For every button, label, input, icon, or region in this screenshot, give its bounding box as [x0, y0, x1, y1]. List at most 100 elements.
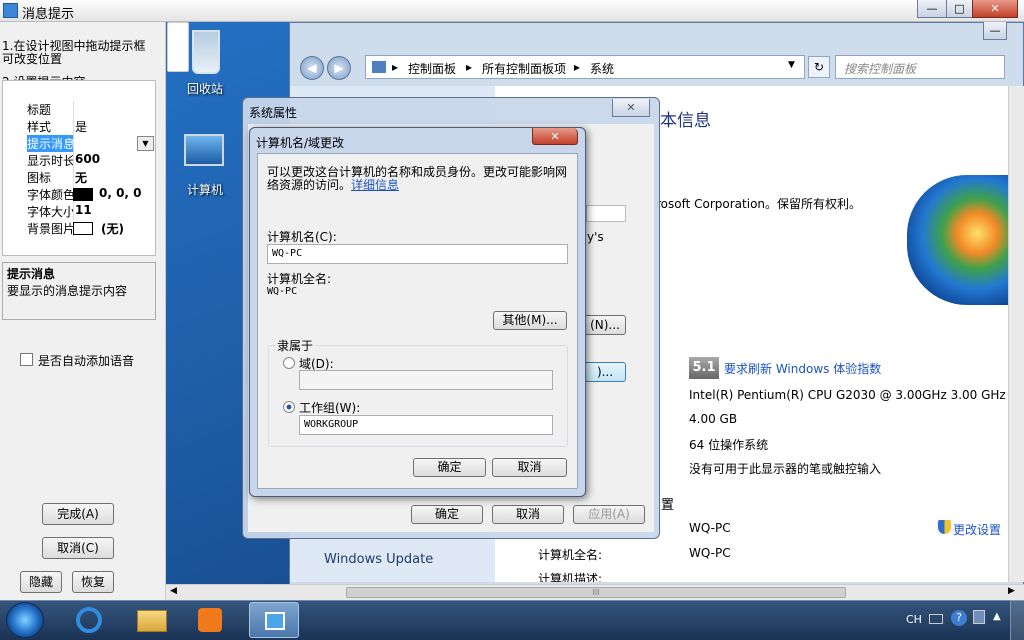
scroll-left-icon[interactable]: ◀: [170, 586, 177, 596]
prop-row-bg-image[interactable]: 背景图片 (无): [3, 220, 155, 237]
prop-key: 图标: [27, 171, 52, 185]
instruction-2: 可改变位置: [2, 52, 63, 66]
score-link[interactable]: 要求刷新 Windows 体验指数: [724, 360, 881, 377]
forward-icon[interactable]: ▶: [327, 56, 351, 80]
sysprops-ok-button[interactable]: 确定: [411, 505, 483, 524]
keyboard-icon[interactable]: [929, 614, 943, 624]
prop-key: 背景图片: [27, 222, 73, 236]
folder-icon[interactable]: [127, 602, 177, 638]
refresh-icon[interactable]: ↻: [808, 56, 830, 78]
prop-key: 样式: [27, 120, 52, 134]
cancel-button[interactable]: 取消(C): [42, 537, 114, 559]
prop-key: 字体大小: [27, 205, 73, 219]
sysprops-network-id-button[interactable]: )...: [584, 362, 626, 382]
chevron-down-icon[interactable]: ▼: [788, 60, 795, 70]
property-grid[interactable]: 标题 样式 是 提示消息 ▼ 显示时长 600 图标 无 字体颜色 0, 0, 0 字…: [2, 80, 156, 256]
computer-name-input[interactable]: WQ-PC: [267, 244, 568, 264]
prop-value[interactable]: 是: [75, 118, 87, 135]
scroll-right-icon[interactable]: ▶: [1008, 586, 1015, 596]
details-link[interactable]: 详细信息: [351, 178, 399, 192]
computer-label[interactable]: 计算机: [170, 181, 240, 198]
prop-row-duration[interactable]: 显示时长 600: [3, 152, 155, 169]
sysprops-desc-input[interactable]: [586, 205, 626, 222]
shield-icon: [938, 520, 951, 534]
address-bar[interactable]: ▸ 控制面板 ▸ 所有控制面板项 ▸ 系统 ▼: [365, 55, 805, 79]
prop-row-style[interactable]: 样式 是: [3, 118, 155, 135]
sysprops-apply-button[interactable]: 应用(A): [573, 505, 645, 524]
dropdown-arrow-icon[interactable]: ▼: [137, 136, 154, 151]
computer-name-value: WQ-PC: [689, 521, 731, 535]
language-indicator[interactable]: CH: [906, 613, 922, 626]
help-icon[interactable]: ?: [951, 610, 967, 626]
breadcrumb-item[interactable]: 所有控制面板项: [482, 60, 566, 77]
breadcrumb-item[interactable]: 控制面板: [408, 60, 456, 77]
active-app-icon[interactable]: [249, 602, 299, 638]
computer-name-label: 计算机名(C):: [267, 230, 337, 244]
sysprops-change-button[interactable]: (N)...: [584, 315, 626, 335]
prop-row-icon[interactable]: 图标 无: [3, 169, 155, 186]
image-swatch: [73, 222, 93, 235]
prop-value[interactable]: (无): [101, 220, 124, 237]
change-settings-link[interactable]: 更改设置: [953, 521, 1001, 538]
search-input[interactable]: 搜索控制面板: [835, 55, 1005, 79]
computer-icon[interactable]: [184, 134, 224, 166]
prop-value[interactable]: 600: [75, 152, 100, 166]
sysprops-cancel-button[interactable]: 取消: [492, 505, 564, 524]
voice-checkbox[interactable]: [20, 353, 33, 366]
explorer-min-button[interactable]: —: [983, 22, 1007, 40]
prop-value[interactable]: 无: [75, 169, 87, 186]
tool-window-title: 消息提示: [22, 7, 75, 22]
tray-app-icon[interactable]: [973, 610, 985, 624]
sysprops-title: 系统属性: [249, 106, 298, 120]
sysprops-close-button[interactable]: ✕: [612, 99, 650, 117]
app-icon: [3, 3, 18, 18]
minimize-button[interactable]: —: [917, 0, 947, 18]
finish-button[interactable]: 完成(A): [42, 503, 114, 525]
breadcrumb-item[interactable]: 系统: [590, 60, 614, 77]
prop-row-message[interactable]: 提示消息 ▼: [3, 135, 155, 152]
full-name-value: WQ-PC: [267, 286, 298, 297]
vertical-scrollbar[interactable]: [1008, 86, 1024, 582]
ie-icon[interactable]: [64, 602, 114, 638]
windows-logo-icon: [907, 175, 1024, 305]
media-player-icon[interactable]: [185, 602, 235, 638]
prop-row-font-size[interactable]: 字体大小 11: [3, 203, 155, 220]
description-label: 计算机描述:: [538, 572, 603, 582]
restore-button[interactable]: 恢复: [72, 571, 114, 593]
windows-update-link[interactable]: Windows Update: [324, 552, 433, 567]
prop-value[interactable]: 0, 0, 0: [99, 186, 142, 200]
prop-row-font-color[interactable]: 字体颜色 0, 0, 0: [3, 186, 155, 203]
workgroup-label: 工作组(W):: [299, 401, 361, 415]
cpu-value: Intel(R) Pentium(R) CPU G2030 @ 3.00GHz …: [689, 388, 1006, 402]
show-desktop-button[interactable]: [1010, 600, 1024, 640]
chevron-right-icon: ▸: [392, 60, 399, 74]
cname-ok-button[interactable]: 确定: [413, 458, 486, 477]
workgroup-input[interactable]: WORKGROUP: [299, 415, 553, 435]
prop-row-title[interactable]: 标题: [3, 101, 155, 118]
scroll-thumb[interactable]: III: [346, 587, 846, 598]
start-button[interactable]: [6, 602, 44, 638]
close-button[interactable]: ✕: [972, 0, 1018, 18]
tool-titlebar: 消息提示: [0, 0, 1024, 22]
pen-value: 没有可用于此显示器的笔或触控输入: [689, 462, 882, 476]
prop-value[interactable]: 11: [75, 203, 92, 217]
other-button[interactable]: 其他(M)...: [493, 311, 567, 330]
horizontal-scrollbar[interactable]: ◀ III ▶: [166, 584, 1024, 600]
cname-title: 计算机名/域更改: [256, 136, 345, 150]
full-name-value: WQ-PC: [689, 546, 731, 560]
recycle-bin-icon[interactable]: [192, 30, 220, 74]
ram-value: 4.00 GB: [689, 412, 738, 426]
full-name-label: 计算机全名:: [267, 272, 332, 286]
recycle-bin-label[interactable]: 回收站: [170, 80, 240, 97]
cname-close-button[interactable]: ✕: [532, 128, 578, 145]
maximize-button[interactable]: □: [946, 0, 973, 18]
tooltip-preview[interactable]: [167, 22, 189, 72]
back-icon[interactable]: ◀: [300, 56, 324, 80]
show-hidden-icons-icon[interactable]: ▲: [993, 611, 1001, 622]
workgroup-radio[interactable]: [283, 401, 295, 413]
domain-radio[interactable]: [283, 357, 295, 369]
hide-button[interactable]: 隐藏: [20, 571, 62, 593]
cname-cancel-button[interactable]: 取消: [492, 458, 567, 477]
domain-input[interactable]: [299, 370, 553, 390]
cname-intro: 可以更改这台计算机的名称和成员身份。更改可能影响网络资源的访问。详细信息: [267, 166, 571, 192]
